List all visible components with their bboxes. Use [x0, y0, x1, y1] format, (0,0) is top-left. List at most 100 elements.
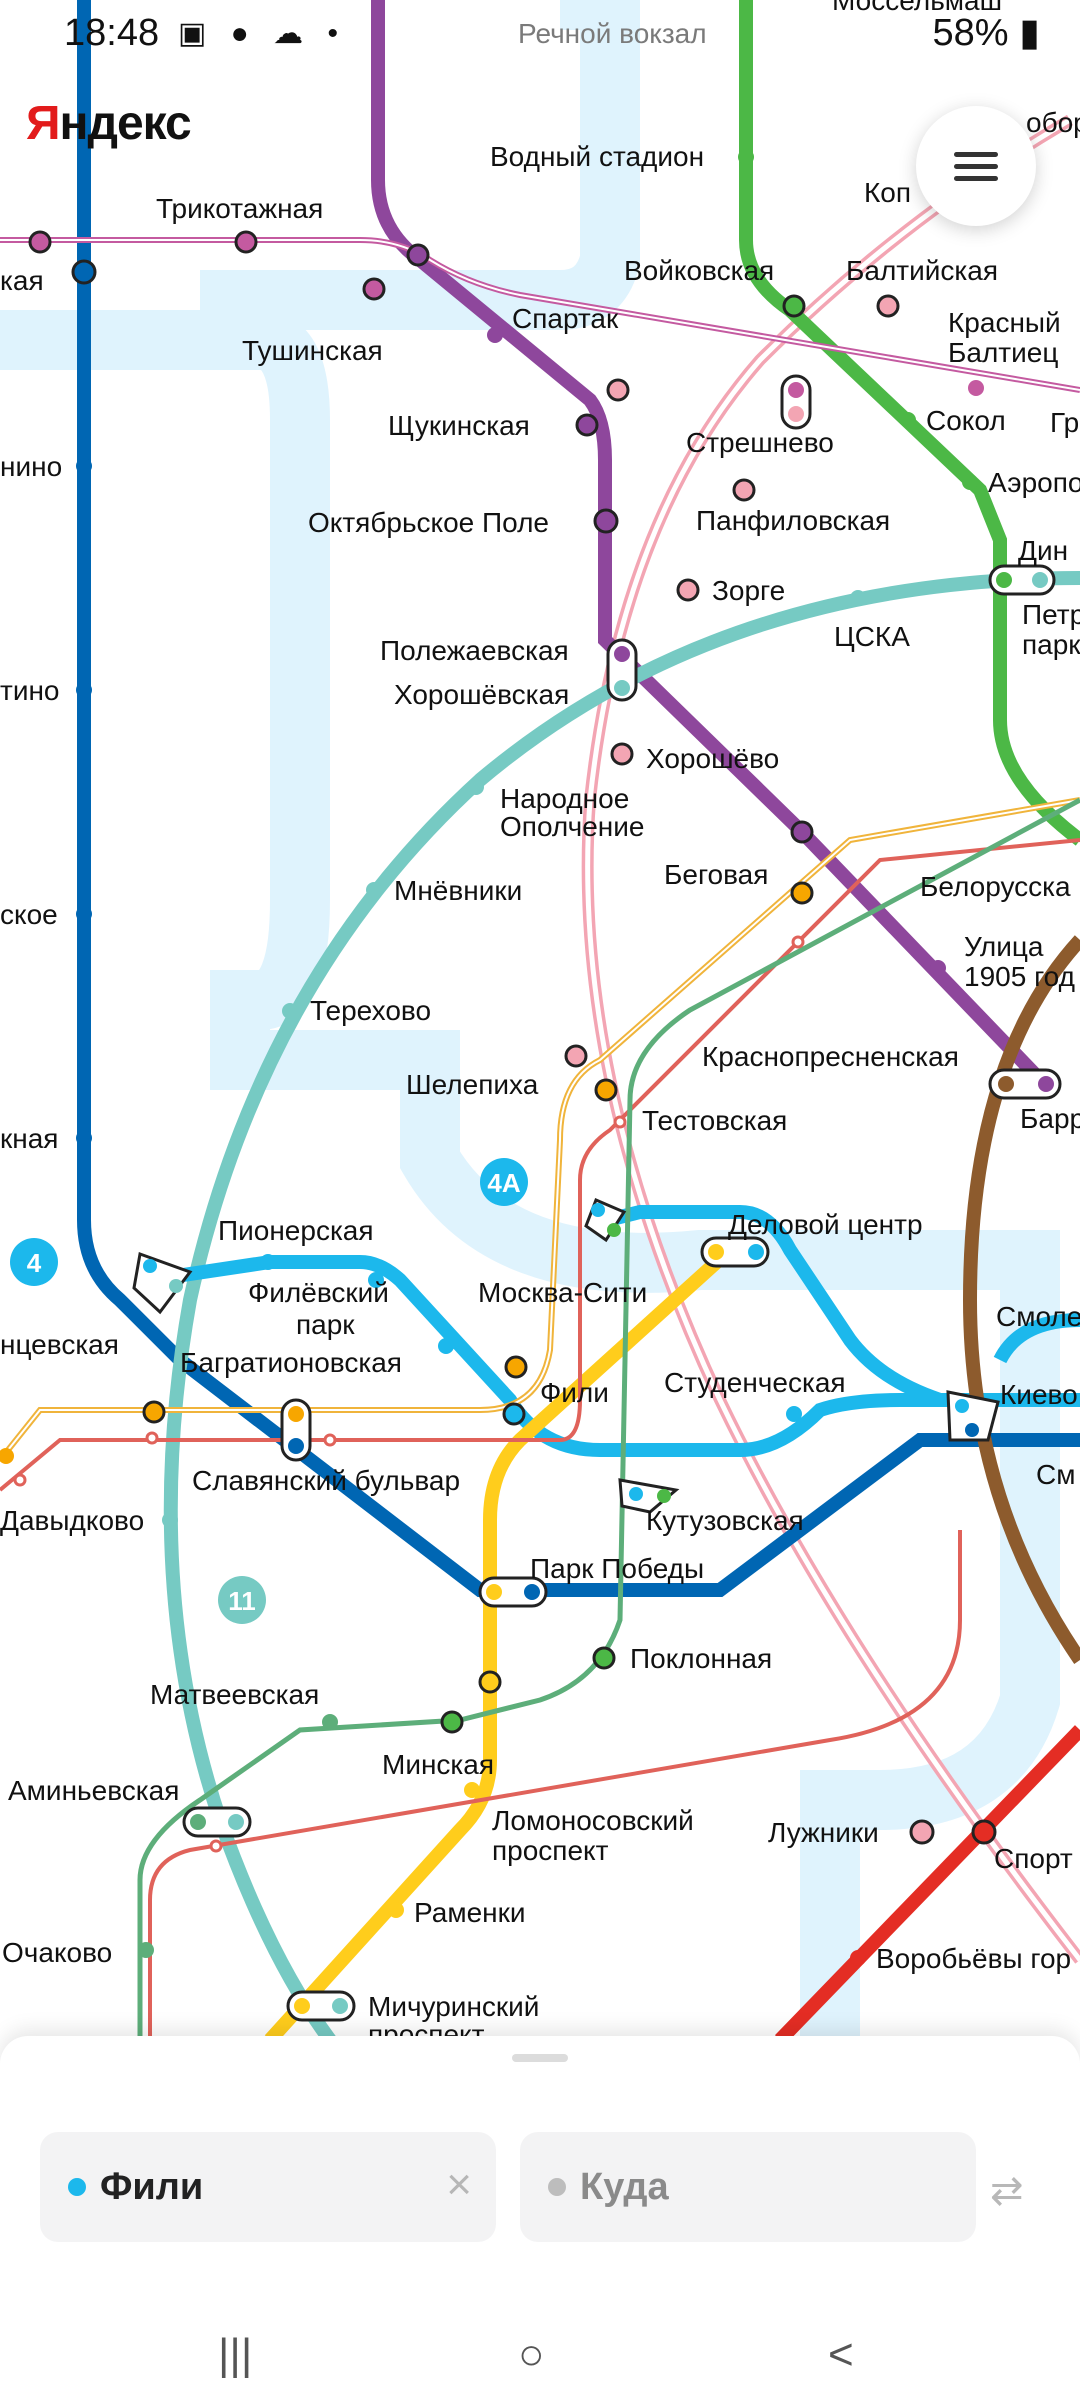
status-bar: 18:48 ▣ ● ☁ • Речной вокзал 58% ▮: [0, 0, 1080, 70]
station-label: Краснопресненская: [702, 1041, 959, 1072]
station-label: Ополчение: [500, 811, 644, 842]
station-dot: [592, 1646, 616, 1670]
status-carrier: Речной вокзал: [518, 18, 707, 49]
clear-icon[interactable]: ×: [446, 2160, 472, 2210]
station-dot: [138, 1942, 154, 1958]
station-dot: [782, 294, 806, 318]
station-label: Аминьевская: [8, 1775, 179, 1806]
station-label: Барр: [1020, 1103, 1080, 1134]
station-dot: [406, 243, 430, 267]
line-badge-text: 4: [27, 1248, 42, 1278]
station-label: Тушинская: [242, 335, 383, 366]
station-dot: [260, 1254, 276, 1270]
station-dot: [28, 230, 52, 254]
station-dot: [76, 1130, 92, 1146]
station-dot: [464, 1782, 480, 1798]
metro-map-svg[interactable]: Водный стадион Трикотажная Тушинская Спа…: [0, 0, 1080, 2040]
station-dot: [76, 906, 92, 922]
station-dot: [13, 1473, 27, 1487]
station-label: Октябрьское Поле: [308, 507, 549, 538]
station-dot: [998, 1076, 1014, 1092]
recent-apps-button[interactable]: |||: [218, 2330, 252, 2380]
system-nav-bar: ||| ○ <: [0, 2300, 1080, 2408]
station-label: Спартак: [512, 303, 619, 334]
route-to-field[interactable]: Куда: [520, 2132, 976, 2242]
station-dot: [145, 1431, 159, 1445]
status-time: 18:48: [64, 12, 160, 54]
notification-icons: ▣ ● ☁ •: [178, 17, 346, 50]
station-dot: [487, 327, 503, 343]
station-label: См: [1036, 1459, 1075, 1490]
station-label: Щукинская: [388, 410, 530, 441]
station-dot: [962, 474, 978, 490]
station-label: проспект: [492, 1835, 609, 1866]
station-dot: [971, 1819, 997, 1845]
metro-map[interactable]: Водный стадион Трикотажная Тушинская Спа…: [0, 0, 1080, 2040]
station-label: Матвеевская: [150, 1679, 319, 1710]
station-dot: [388, 1902, 404, 1918]
station-dot: [996, 572, 1012, 588]
station-dot: [362, 277, 386, 301]
station-dot: [676, 578, 700, 602]
station-dot: [366, 882, 382, 898]
station-label: Дин: [1018, 535, 1068, 566]
station-dot: [76, 458, 92, 474]
station-label: Улица: [964, 931, 1044, 962]
station-label: Филёвский: [248, 1277, 389, 1308]
station-label: Беговая: [664, 859, 768, 890]
station-dot: [162, 1512, 178, 1528]
station-label: парк: [1022, 629, 1080, 660]
station-dot: [850, 590, 866, 606]
station-dot: [607, 1223, 621, 1237]
route-from-value: Фили: [100, 2166, 204, 2208]
station-dot: [1038, 1076, 1054, 1092]
station-dot: [228, 1814, 244, 1830]
station-dot: [791, 935, 805, 949]
station-label: Белорусска: [920, 871, 1071, 902]
menu-button[interactable]: [916, 106, 1036, 226]
station-dot: [234, 230, 258, 254]
route-from-field[interactable]: Фили ×: [40, 2132, 496, 2242]
station-label: Раменки: [414, 1897, 526, 1928]
station-dot: [591, 1203, 605, 1217]
route-to-placeholder: Куда: [580, 2166, 669, 2208]
menu-icon: [954, 176, 998, 181]
station-dot: [575, 413, 599, 437]
station-dot: [438, 1338, 454, 1354]
station-dot: [593, 508, 619, 534]
line-badge-text: 4А: [487, 1168, 520, 1198]
station-dot: [748, 1244, 764, 1260]
back-button[interactable]: <: [828, 2330, 854, 2380]
station-dot: [629, 1487, 643, 1501]
station-label: Балтиец: [948, 337, 1058, 368]
station-label: Минская: [382, 1749, 494, 1780]
station-label: Стрешнево: [686, 427, 834, 458]
station-dot: [657, 1489, 671, 1503]
station-dot: [524, 1584, 540, 1600]
station-label: Ломоносовский: [492, 1805, 694, 1836]
home-button[interactable]: ○: [518, 2330, 545, 2380]
line-d1: [0, 797, 1080, 1462]
station-dot: [732, 478, 756, 502]
station-dot: [606, 378, 630, 402]
line-d1-inner: [0, 799, 1080, 1461]
station-dot: [788, 406, 804, 422]
station-label: Москва-Сити: [478, 1277, 647, 1308]
station-label: ЦСКА: [834, 621, 910, 652]
station-label: Багратионовская: [180, 1347, 402, 1378]
station-label: Смоле: [996, 1301, 1080, 1332]
swap-icon[interactable]: ⇄: [990, 2168, 1024, 2214]
station-dot: [143, 1259, 157, 1273]
station-dot: [190, 1814, 206, 1830]
station-label: Студенческая: [664, 1367, 846, 1398]
station-label: Панфиловская: [696, 505, 890, 536]
menu-icon: [954, 152, 998, 157]
station-dot: [930, 960, 946, 976]
station-label: кная: [0, 1123, 58, 1154]
station-label: Гр: [1050, 407, 1079, 438]
station-label: Спорт: [994, 1843, 1073, 1874]
station-dot: [323, 1433, 337, 1447]
station-label: Водный стадион: [490, 141, 704, 172]
menu-icon: [954, 164, 998, 169]
sheet-handle[interactable]: [512, 2054, 568, 2062]
